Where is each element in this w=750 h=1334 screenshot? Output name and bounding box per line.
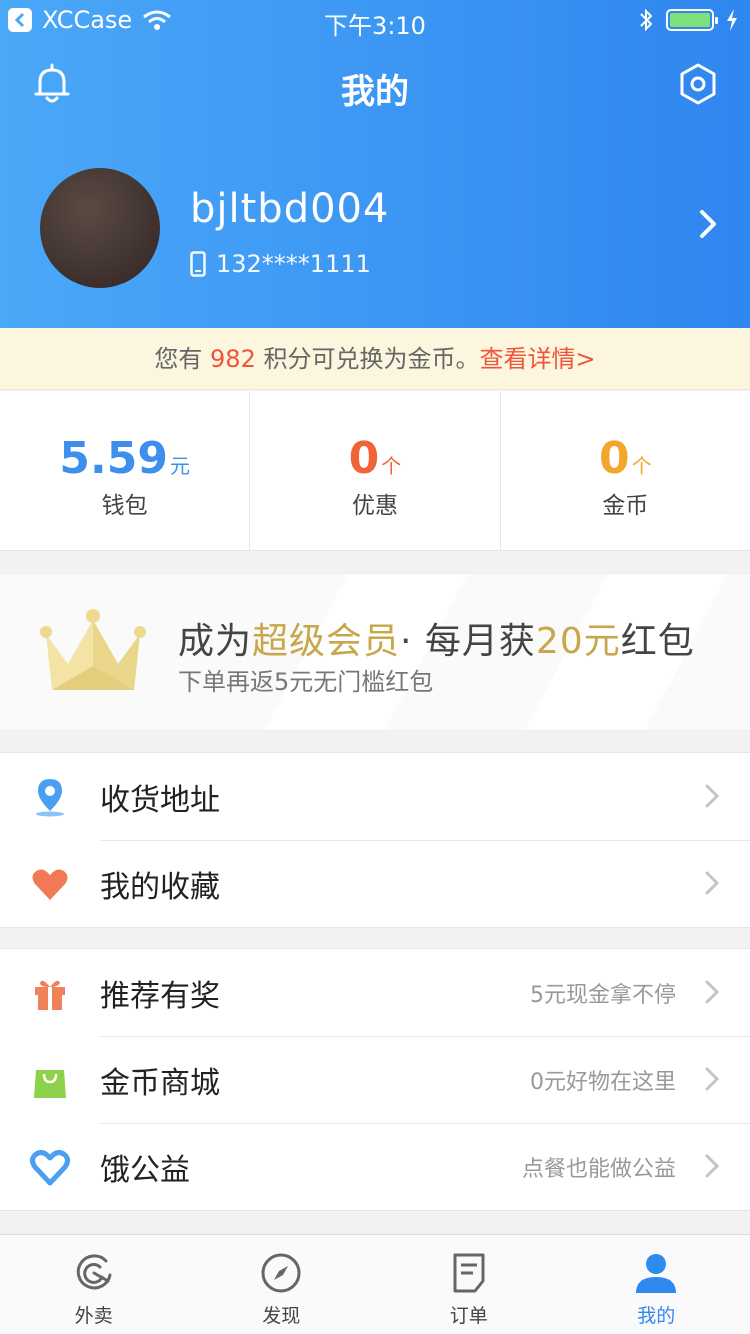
order-icon <box>453 1253 485 1293</box>
menu-item-hint: 0元好物在这里 <box>530 1070 676 1095</box>
phone-number: 132****1111 <box>216 250 371 278</box>
stat-unit: 元 <box>169 454 190 478</box>
tab-takeout[interactable]: 外卖 <box>0 1235 188 1334</box>
points-banner[interactable]: 您有 982 积分可兑换为金币。查看详情> <box>0 328 750 390</box>
gift-icon <box>35 980 65 1010</box>
stat-unit: 个 <box>631 454 652 478</box>
points-amount: 982 <box>210 345 256 373</box>
stat-value: 0 <box>599 433 630 484</box>
menu-item-label: 我的收藏 <box>100 870 220 905</box>
phone-row: 132****1111 <box>190 250 371 278</box>
tab-orders[interactable]: 订单 <box>375 1235 563 1334</box>
menu-item-label: 推荐有奖 <box>100 979 220 1014</box>
vip-subtitle: 下单再返5元无门槛红包 <box>178 668 434 696</box>
menu-item-address[interactable]: 收货地址 <box>0 753 750 840</box>
menu-item-favorites[interactable]: 我的收藏 <box>0 840 750 927</box>
tab-label: 订单 <box>449 1305 488 1327</box>
takeout-icon <box>76 1254 112 1290</box>
chevron-right-icon <box>705 1067 720 1091</box>
charging-icon <box>727 9 737 31</box>
nav-bar: 我的 <box>0 50 750 120</box>
charity-heart-icon <box>30 1150 70 1186</box>
points-middle: 积分可兑换为金币。 <box>263 345 480 373</box>
tab-profile[interactable]: 我的 <box>563 1235 750 1334</box>
compass-icon <box>261 1253 301 1293</box>
chevron-right-icon[interactable] <box>696 206 720 242</box>
heart-icon <box>32 869 68 900</box>
chevron-right-icon <box>705 1154 720 1178</box>
battery-icon <box>666 9 718 31</box>
menu-item-charity[interactable]: 饿公益 点餐也能做公益 <box>0 1123 750 1210</box>
page-title: 我的 <box>341 72 409 112</box>
chevron-right-icon <box>705 871 720 895</box>
menu-item-referral[interactable]: 推荐有奖 5元现金拿不停 <box>0 949 750 1036</box>
stats-panel: 5.59 元 钱包 0个 优惠 0个 金币 <box>0 391 750 551</box>
menu-item-hint: 5元现金拿不停 <box>530 983 676 1008</box>
stat-label: 金币 <box>602 493 649 519</box>
vip-title-part: 成为 <box>178 621 253 662</box>
chevron-right-icon <box>705 980 720 1004</box>
status-bar: XCCase 下午3:10 <box>0 0 750 40</box>
menu-item-label: 金币商城 <box>100 1066 220 1101</box>
bluetooth-icon <box>640 8 653 32</box>
stat-label: 钱包 <box>101 493 148 519</box>
menu-item-label: 收货地址 <box>100 783 220 818</box>
menu-item-coin-mall[interactable]: 金币商城 0元好物在这里 <box>0 1036 750 1123</box>
location-icon <box>36 779 64 817</box>
profile-header: XCCase 下午3:10 我的 bjltbd004 132****1111 <box>0 0 750 328</box>
status-right <box>638 8 738 32</box>
menu-item-hint: 点餐也能做公益 <box>521 1157 676 1182</box>
crown-icon <box>40 609 146 690</box>
stat-label: 优惠 <box>351 493 398 519</box>
avatar[interactable] <box>40 168 160 288</box>
stat-value: 0 <box>348 433 380 484</box>
stat-wallet[interactable]: 5.59 元 钱包 <box>0 391 251 550</box>
vip-title-part: 红包 <box>620 621 695 662</box>
vip-title: 成为超级会员· 每月获20元红包 <box>178 612 695 664</box>
stat-unit: 个 <box>381 454 402 478</box>
menu-item-label: 饿公益 <box>100 1153 190 1188</box>
tab-label: 外卖 <box>74 1305 113 1327</box>
stat-value: 5.59 <box>59 433 168 484</box>
menu-group-2: 推荐有奖 5元现金拿不停 金币商城 0元好物在这里 饿公益 点餐也能做公益 <box>0 948 750 1211</box>
stat-coupon[interactable]: 0个 优惠 <box>250 391 501 550</box>
vip-title-highlight: 20元 <box>535 621 621 662</box>
gear-icon[interactable] <box>676 62 720 106</box>
stat-coins[interactable]: 0个 金币 <box>501 391 750 550</box>
chevron-right-icon <box>705 784 720 808</box>
profile-card[interactable]: bjltbd004 132****1111 <box>40 168 720 288</box>
shopping-bag-icon <box>34 1070 66 1098</box>
menu-group-1: 收货地址 我的收藏 <box>0 752 750 928</box>
tab-label: 我的 <box>637 1305 676 1327</box>
points-prefix: 您有 <box>154 345 203 373</box>
tab-bar: 外卖 发现 订单 我的 <box>0 1234 750 1334</box>
phone-icon <box>190 251 206 277</box>
profile-icon <box>636 1254 677 1293</box>
tab-discover[interactable]: 发现 <box>188 1235 376 1334</box>
vip-title-highlight: 超级会员 <box>252 621 401 662</box>
vip-title-part: · 每月获 <box>400 621 536 662</box>
vip-banner[interactable]: 成为超级会员· 每月获20元红包 下单再返5元无门槛红包 <box>0 573 750 731</box>
tab-label: 发现 <box>262 1305 301 1327</box>
points-detail-link[interactable]: 查看详情> <box>479 345 595 373</box>
username: bjltbd004 <box>190 186 390 232</box>
